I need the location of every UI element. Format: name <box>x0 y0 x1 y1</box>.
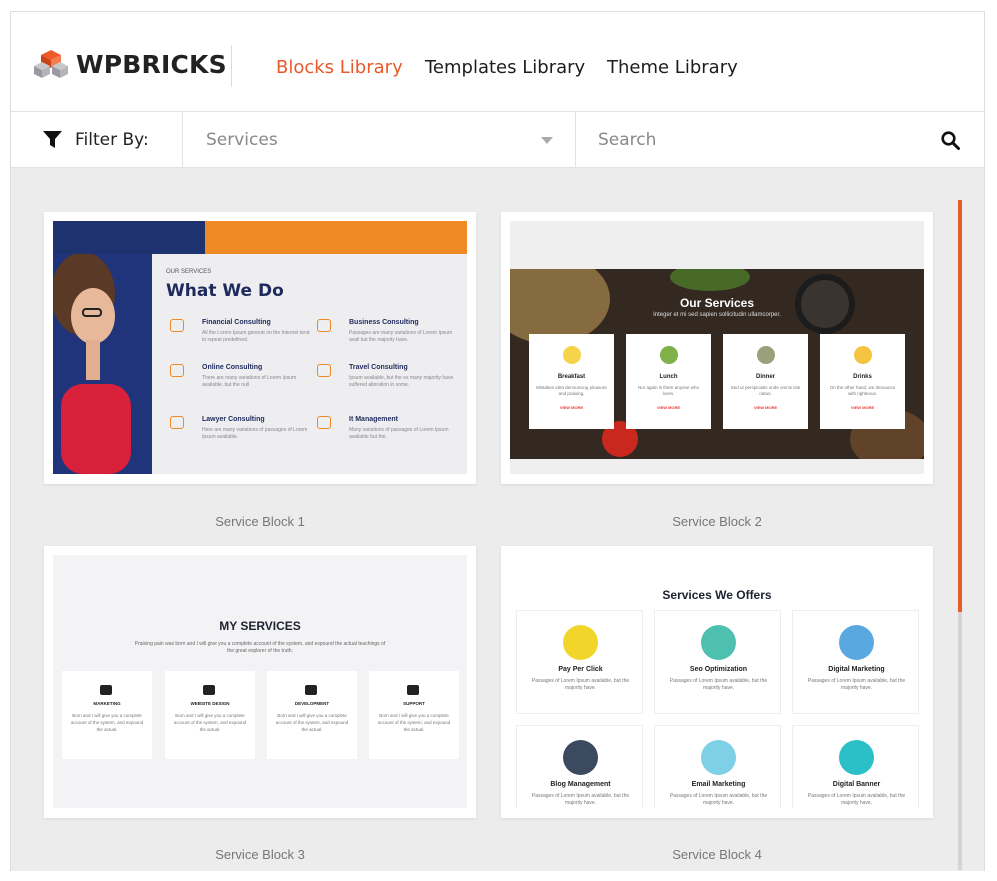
preview-heading: MY SERVICES <box>219 619 301 633</box>
brand-name: WPBRICKS <box>76 50 227 79</box>
tag-icon <box>170 319 184 332</box>
block-card-4[interactable]: Services We Offers Pay Per Click Passage… <box>501 546 933 818</box>
preview-service-card: Drinks On the other hand, we denounce wi… <box>820 334 905 429</box>
preview-service-card: Digital Banner Passages of Lorem Ipsum a… <box>792 725 919 808</box>
preview-service-card: Breakfast Mistaken idea denouncing pleas… <box>529 334 614 429</box>
block-preview-1: OUR SERVICES What We Do Financial Consul… <box>53 221 467 474</box>
preview-banner-orange <box>205 221 467 254</box>
code-icon <box>305 685 317 695</box>
blog-icon <box>563 740 598 775</box>
preview-service-card: Seo Optimization Passages of Lorem Ipsum… <box>654 610 781 714</box>
block-card-3[interactable]: MY SERVICES Praising pain was born and I… <box>44 546 476 818</box>
dish-icon <box>757 346 775 364</box>
preview-service-card: WEBSITE DESIGN Born and I will give you … <box>165 671 255 759</box>
tab-blocks-library[interactable]: Blocks Library <box>276 57 403 78</box>
block-preview-3: MY SERVICES Praising pain was born and I… <box>53 555 467 808</box>
target-email-icon <box>701 740 736 775</box>
tab-theme-library[interactable]: Theme Library <box>607 57 738 78</box>
chat-icon <box>170 364 184 377</box>
paper-plane-icon <box>100 685 112 695</box>
filter-by-text: Filter By: <box>75 129 149 150</box>
sliders-icon <box>317 319 331 332</box>
preview-service-card: Digital Marketing Passages of Lorem Ipsu… <box>792 610 919 714</box>
caret-down-icon <box>541 137 553 144</box>
search-box <box>576 112 984 167</box>
mobile-marketing-icon <box>839 625 874 660</box>
preview-service-card: Lunch Nor again is there anyone who love… <box>626 334 711 429</box>
preview-service-card: SUPPORT Born and I will give you a compl… <box>369 671 459 759</box>
category-select[interactable]: Services <box>183 112 575 167</box>
drink-icon <box>854 346 872 364</box>
blocks-grid: OUR SERVICES What We Do Financial Consul… <box>11 168 984 871</box>
scrollbar-thumb[interactable] <box>958 200 962 612</box>
preview-service-card: Email Marketing Passages of Lorem Ipsum … <box>654 725 781 808</box>
pay-per-click-icon <box>563 625 598 660</box>
preview-service-card: Pay Per Click Passages of Lorem Ipsum av… <box>516 610 643 714</box>
desktop-icon <box>203 685 215 695</box>
block-caption-1: Service Block 1 <box>215 514 305 529</box>
preview-subheading: Integer et mi sed sapien sollicitudin ul… <box>653 312 781 318</box>
preview-subheading: Praising pain was born and I will give y… <box>134 641 386 654</box>
banner-icon <box>839 740 874 775</box>
preview-heading: Services We Offers <box>662 588 772 602</box>
monitor-icon <box>317 416 331 429</box>
preview-service-card: Blog Management Passages of Lorem Ipsum … <box>516 725 643 808</box>
block-caption-2: Service Block 2 <box>672 514 762 529</box>
category-select-value: Services <box>206 130 278 150</box>
preview-eyebrow: OUR SERVICES <box>166 269 212 275</box>
filter-by-label: Filter By: <box>43 112 149 167</box>
consultant-photo <box>53 252 152 474</box>
block-preview-2: Our Services Integer et mi sed sapien so… <box>510 221 924 474</box>
block-caption-4: Service Block 4 <box>672 847 762 862</box>
preview-service-card: MARKETING Born and I will give you a com… <box>62 671 152 759</box>
suitcase-icon <box>317 364 331 377</box>
preview-heading: What We Do <box>166 281 284 301</box>
block-preview-4: Services We Offers Pay Per Click Passage… <box>510 555 924 808</box>
block-card-2[interactable]: Our Services Integer et mi sed sapien so… <box>501 212 933 484</box>
gavel-icon <box>170 416 184 429</box>
bowl-icon <box>563 346 581 364</box>
preview-banner-navy <box>53 221 205 254</box>
brand-logo[interactable]: WPBRICKS <box>33 48 227 81</box>
preview-heading: Our Services <box>679 296 755 310</box>
library-window: WPBRICKS Blocks Library Templates Librar… <box>10 11 985 871</box>
header-divider <box>231 45 232 87</box>
block-card-1[interactable]: OUR SERVICES What We Do Financial Consul… <box>44 212 476 484</box>
filter-funnel-icon <box>43 130 62 148</box>
search-icon[interactable] <box>941 131 960 150</box>
seo-gear-icon <box>701 625 736 660</box>
header: WPBRICKS Blocks Library Templates Librar… <box>11 12 984 112</box>
salad-icon <box>660 346 678 364</box>
scrollbar[interactable] <box>958 200 962 870</box>
bricks-logo-icon <box>34 50 68 78</box>
person-illustration <box>53 252 152 474</box>
preview-service-card: Dinner Sed ut perspiciatis unde omnis is… <box>723 334 808 429</box>
tab-templates-library[interactable]: Templates Library <box>425 57 585 78</box>
search-input[interactable] <box>598 126 918 154</box>
preview-service-card: DEVELOPMENT Born and I will give you a c… <box>267 671 357 759</box>
lifebuoy-icon <box>407 685 419 695</box>
block-caption-3: Service Block 3 <box>215 847 305 862</box>
filter-bar: Filter By: Services <box>11 112 984 168</box>
